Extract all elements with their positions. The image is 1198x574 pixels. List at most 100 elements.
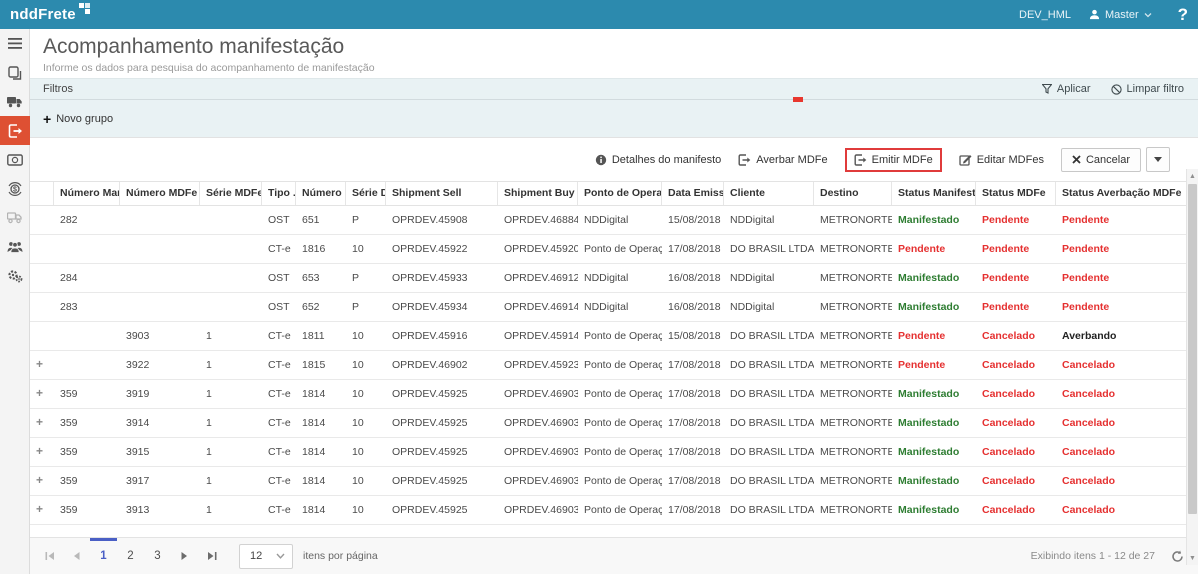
cell-data_emissao: 17/08/2018 1... bbox=[668, 475, 724, 487]
next-page-button[interactable] bbox=[171, 538, 198, 574]
cell-numero_manifesto: 359 bbox=[60, 504, 78, 516]
column-header[interactable]: Ponto de Operação bbox=[578, 182, 662, 205]
table-row[interactable]: 283 OST 652 P OPRDEV.45934 OPRDEV.46914 NDDigi… bbox=[30, 293, 1186, 322]
cell-tipo: CT-e bbox=[268, 417, 291, 429]
table-row[interactable]: 282 OST 651 P OPRDEV.45908 OPRDEV.46884 NDDigi… bbox=[30, 206, 1186, 235]
vertical-scrollbar[interactable]: ▲ ▼ bbox=[1186, 169, 1198, 565]
column-header[interactable]: Destino bbox=[814, 182, 892, 205]
cell-status_manifesto: Pendente bbox=[898, 243, 946, 255]
banknote-icon[interactable] bbox=[0, 145, 30, 174]
column-header[interactable]: Status Averbação MDFe↑ bbox=[1056, 182, 1186, 205]
column-header[interactable]: Tipo ... bbox=[262, 182, 296, 205]
scroll-up-arrow-icon[interactable]: ▲ bbox=[1187, 170, 1198, 182]
cell-expand: + bbox=[30, 380, 54, 408]
table-row[interactable]: 3903 1 CT-e 1811 10 OPRDEV.45916 OPRDEV.45914 P… bbox=[30, 322, 1186, 351]
expand-icon[interactable]: + bbox=[36, 444, 43, 458]
table-row[interactable]: CT-e 1816 10 OPRDEV.45922 OPRDEV.45920 Ponto … bbox=[30, 235, 1186, 264]
users-icon[interactable] bbox=[0, 232, 30, 261]
cancelar-button[interactable]: Cancelar bbox=[1060, 147, 1141, 172]
vertical-scrollbar-thumb[interactable] bbox=[1188, 184, 1197, 514]
table-row[interactable]: +359 3914 1 CT-e 1814 10 OPRDEV.45925 OPRDEV.46… bbox=[30, 409, 1186, 438]
page-number-1[interactable]: 1 bbox=[90, 537, 117, 574]
page-number-2[interactable]: 2 bbox=[117, 538, 144, 574]
cell-shipment_buy: OPRDEV.45914 bbox=[504, 330, 578, 342]
user-icon bbox=[1089, 9, 1100, 20]
table-header-row: Número Mani...Número MDFeSérie MDFeTipo … bbox=[30, 181, 1186, 206]
money-refresh-icon[interactable]: $ bbox=[0, 174, 30, 203]
expand-icon[interactable]: + bbox=[36, 415, 43, 429]
cell-status_manifesto: Manifestado bbox=[898, 417, 960, 429]
cell-numero: 651 bbox=[302, 214, 320, 226]
column-header[interactable]: Série D... bbox=[346, 182, 386, 205]
averbar-mdfe-button[interactable]: Averbar MDFe bbox=[738, 154, 828, 166]
table-row[interactable]: +359 3917 1 CT-e 1814 10 OPRDEV.45925 OPRDEV.46… bbox=[30, 467, 1186, 496]
last-page-button[interactable] bbox=[198, 538, 225, 574]
cell-shipment_buy: OPRDEV.46903 bbox=[504, 417, 578, 429]
user-menu[interactable]: Master bbox=[1089, 9, 1152, 21]
cell-shipment_buy: OPRDEV.46914 bbox=[504, 301, 578, 313]
cell-numero_mdfe: 3914 bbox=[126, 417, 150, 429]
manifest-table: Número Mani...Número MDFeSérie MDFeTipo … bbox=[30, 181, 1186, 525]
column-header[interactable]: Número Mani... bbox=[54, 182, 120, 205]
menu-icon[interactable] bbox=[0, 29, 30, 58]
table-row[interactable]: +3922 1 CT-e 1815 10 OPRDEV.46902 OPRDEV.45923… bbox=[30, 351, 1186, 380]
cell-shipment_buy: OPRDEV.46903 bbox=[504, 446, 578, 458]
brand-logo[interactable]: nddFrete bbox=[10, 3, 90, 23]
table-row[interactable]: +359 3919 1 CT-e 1814 10 OPRDEV.45925 OPRDEV.46… bbox=[30, 380, 1186, 409]
column-header[interactable]: Status MDFe bbox=[976, 182, 1056, 205]
cell-cliente: DO BRASIL LTDA-GU... bbox=[730, 243, 814, 255]
clear-filter-button[interactable]: Limpar filtro bbox=[1110, 83, 1184, 95]
cell-expand bbox=[30, 235, 54, 263]
cell-cliente: DO BRASIL LTDA-GU... bbox=[730, 475, 814, 487]
table-row[interactable]: +359 3915 1 CT-e 1814 10 OPRDEV.45925 OPRDEV.46… bbox=[30, 438, 1186, 467]
column-header[interactable]: Número ... bbox=[296, 182, 346, 205]
cancelar-dropdown-button[interactable] bbox=[1146, 147, 1170, 172]
new-group-button[interactable]: + Novo grupo bbox=[43, 112, 113, 126]
apply-filter-button[interactable]: Aplicar bbox=[1041, 83, 1091, 95]
cell-shipment_sell: OPRDEV.45925 bbox=[392, 388, 468, 400]
cell-ponto_operacao: Ponto de Operação ... bbox=[584, 446, 662, 458]
column-header[interactable]: Série MDFe bbox=[200, 182, 262, 205]
manifest-details-button[interactable]: Detalhes do manifesto bbox=[595, 154, 721, 166]
manifest-export-icon[interactable] bbox=[0, 116, 30, 145]
expand-icon[interactable]: + bbox=[36, 502, 43, 516]
column-header[interactable]: Shipment Sell bbox=[386, 182, 498, 205]
cell-tipo: CT-e bbox=[268, 475, 291, 487]
cell-status_averbacao: Pendente bbox=[1062, 214, 1110, 226]
scroll-down-arrow-icon[interactable]: ▼ bbox=[1187, 552, 1198, 564]
column-header[interactable] bbox=[30, 182, 54, 205]
cell-data_emissao: 17/08/2018 1... bbox=[668, 446, 724, 458]
expand-icon[interactable]: + bbox=[36, 357, 43, 371]
page-number-3[interactable]: 3 bbox=[144, 538, 171, 574]
column-header[interactable]: Shipment Buy bbox=[498, 182, 578, 205]
column-header[interactable]: Data Emissã... bbox=[662, 182, 724, 205]
cell-expand: + bbox=[30, 409, 54, 437]
prev-page-button[interactable] bbox=[63, 538, 90, 574]
column-header[interactable]: Número MDFe bbox=[120, 182, 200, 205]
cell-serie_mdfe: 1 bbox=[206, 359, 212, 371]
first-page-button[interactable] bbox=[36, 538, 63, 574]
cell-status_averbacao: Cancelado bbox=[1062, 388, 1116, 400]
emitir-mdfe-button[interactable]: Emitir MDFe bbox=[854, 154, 933, 166]
column-header[interactable]: Cliente bbox=[724, 182, 814, 205]
cell-shipment_buy: OPRDEV.45923 bbox=[504, 359, 578, 371]
cell-destino: METRONORTE CO... bbox=[820, 446, 892, 458]
documents-icon[interactable] bbox=[0, 58, 30, 87]
page-size-select[interactable]: 12 bbox=[239, 543, 293, 569]
refresh-icon[interactable] bbox=[1171, 550, 1184, 563]
cell-numero_mdfe: 3915 bbox=[126, 446, 150, 458]
truck-icon[interactable] bbox=[0, 87, 30, 116]
cell-numero_manifesto: 282 bbox=[60, 214, 78, 226]
truck-money-icon[interactable] bbox=[0, 203, 30, 232]
cell-serie_d: 10 bbox=[352, 330, 364, 342]
help-button[interactable]: ? bbox=[1170, 5, 1188, 25]
table-row[interactable]: +359 3913 1 CT-e 1814 10 OPRDEV.45925 OPRDEV.46… bbox=[30, 496, 1186, 525]
settings-gears-icon[interactable] bbox=[0, 261, 30, 290]
cell-tipo: OST bbox=[268, 272, 290, 284]
cell-ponto_operacao: Ponto de Operação ... bbox=[584, 504, 662, 516]
editar-mdfes-button[interactable]: Editar MDFes bbox=[959, 154, 1044, 166]
expand-icon[interactable]: + bbox=[36, 473, 43, 487]
table-row[interactable]: 284 OST 653 P OPRDEV.45933 OPRDEV.46912 NDDigi… bbox=[30, 264, 1186, 293]
column-header[interactable]: Status Manifesto bbox=[892, 182, 976, 205]
expand-icon[interactable]: + bbox=[36, 386, 43, 400]
